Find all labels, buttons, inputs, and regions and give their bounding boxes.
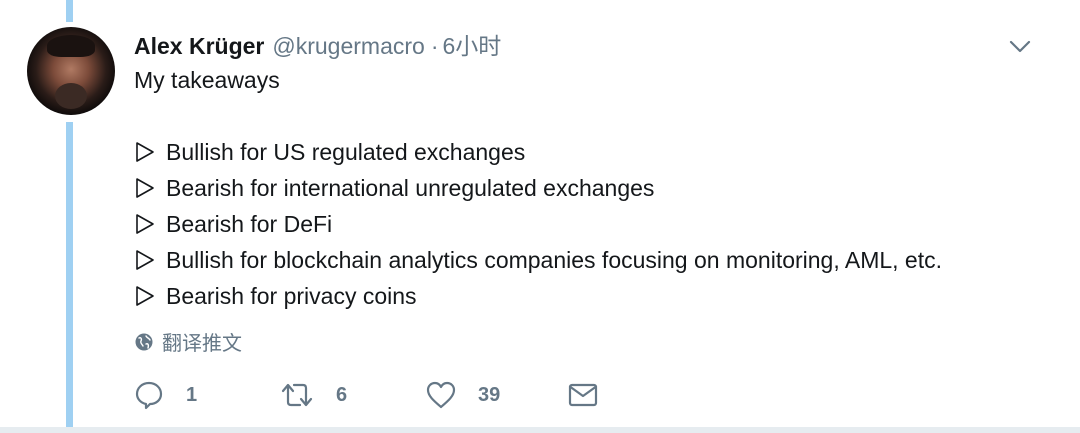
retweet-icon xyxy=(281,383,313,407)
bullet-item: Bullish for US regulated exchanges xyxy=(134,134,942,170)
direct-message-button[interactable] xyxy=(568,382,620,408)
thread-line-top xyxy=(66,0,73,22)
retweet-count: 6 xyxy=(336,383,348,406)
triangle-bullet-icon xyxy=(136,250,154,270)
bullet-text: Bullish for US regulated exchanges xyxy=(166,139,526,165)
bullet-item: Bearish for privacy coins xyxy=(134,278,942,314)
like-count: 39 xyxy=(478,383,501,406)
translate-tweet-link[interactable]: 翻译推文 xyxy=(134,327,242,356)
bullet-text: Bullish for blockchain analytics compani… xyxy=(166,247,943,273)
display-name[interactable]: Alex Krüger xyxy=(134,33,264,60)
user-handle[interactable]: @krugermacro xyxy=(272,33,424,60)
bullet-text: Bearish for DeFi xyxy=(166,211,333,237)
reply-count: 1 xyxy=(186,383,198,406)
retweet-button[interactable]: 6 xyxy=(280,380,426,410)
bullet-item: Bullish for blockchain analytics compani… xyxy=(134,242,942,278)
bullet-item: Bearish for international unregulated ex… xyxy=(134,170,942,206)
tweet: Alex Krüger @krugermacro · 6小时 My takeaw… xyxy=(0,0,1080,433)
translate-label[interactable]: 翻译推文 xyxy=(162,327,242,356)
bullet-item: Bearish for DeFi xyxy=(134,206,942,242)
tweet-first-line: My takeaways xyxy=(134,67,280,93)
heart-icon xyxy=(426,381,456,409)
reply-button[interactable]: 1 xyxy=(134,380,280,410)
separator-dot: · xyxy=(430,33,439,59)
triangle-bullet-icon xyxy=(136,178,154,198)
thread-line-bottom xyxy=(66,122,73,433)
tweet-header: Alex Krüger @krugermacro · 6小时 xyxy=(134,27,501,60)
tweet-actions: 1 6 39 xyxy=(134,377,620,413)
message-icon xyxy=(568,383,598,407)
timestamp[interactable]: 6小时 xyxy=(443,27,502,61)
like-button[interactable]: 39 xyxy=(426,381,568,409)
tweet-text: My takeaways Bullish for US regulated ex… xyxy=(134,62,942,314)
avatar[interactable] xyxy=(27,27,115,115)
triangle-bullet-icon xyxy=(136,142,154,162)
bullet-text: Bearish for privacy coins xyxy=(166,283,417,309)
reply-icon xyxy=(135,381,163,410)
triangle-bullet-icon xyxy=(136,214,154,234)
globe-icon xyxy=(135,333,153,350)
tweet-divider xyxy=(0,427,1080,433)
triangle-bullet-icon xyxy=(136,286,154,306)
chevron-down-icon[interactable] xyxy=(1008,34,1032,58)
bullet-text: Bearish for international unregulated ex… xyxy=(166,175,655,201)
